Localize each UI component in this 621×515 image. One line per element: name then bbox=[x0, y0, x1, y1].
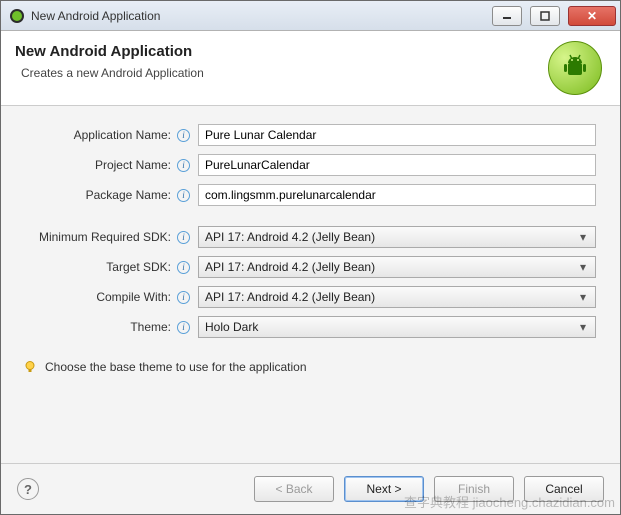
lightbulb-icon bbox=[23, 360, 37, 374]
finish-button[interactable]: Finish bbox=[434, 476, 514, 502]
cancel-button[interactable]: Cancel bbox=[524, 476, 604, 502]
label-target-sdk: Target SDK: bbox=[13, 260, 173, 274]
tip-text: Choose the base theme to use for the app… bbox=[45, 360, 307, 374]
wizard-window: New Android Application ✕ New Android Ap… bbox=[0, 0, 621, 515]
info-icon[interactable]: i bbox=[177, 231, 190, 244]
chevron-down-icon: ▾ bbox=[575, 290, 591, 304]
cancel-button-label: Cancel bbox=[545, 482, 582, 496]
row-project-name: Project Name: i bbox=[13, 154, 596, 176]
info-icon[interactable]: i bbox=[177, 189, 190, 202]
android-icon bbox=[548, 41, 602, 95]
info-icon[interactable]: i bbox=[177, 159, 190, 172]
page-subtitle: Creates a new Android Application bbox=[21, 66, 548, 80]
row-target-sdk: Target SDK: i API 17: Android 4.2 (Jelly… bbox=[13, 256, 596, 278]
page-title: New Android Application bbox=[15, 43, 548, 60]
row-package-name: Package Name: i bbox=[13, 184, 596, 206]
target-sdk-value: API 17: Android 4.2 (Jelly Bean) bbox=[205, 260, 575, 274]
help-icon: ? bbox=[24, 482, 32, 497]
close-icon: ✕ bbox=[587, 9, 597, 23]
label-compile-with: Compile With: bbox=[13, 290, 173, 304]
maximize-button[interactable] bbox=[530, 6, 560, 26]
next-button-label: Next > bbox=[366, 482, 401, 496]
wizard-header: New Android Application Creates a new An… bbox=[1, 31, 620, 106]
label-theme: Theme: bbox=[13, 320, 173, 334]
label-project-name: Project Name: bbox=[13, 158, 173, 172]
close-button[interactable]: ✕ bbox=[568, 6, 616, 26]
back-button[interactable]: < Back bbox=[254, 476, 334, 502]
wizard-footer: ? < Back Next > Finish Cancel bbox=[1, 463, 620, 514]
row-min-sdk: Minimum Required SDK: i API 17: Android … bbox=[13, 226, 596, 248]
next-button[interactable]: Next > bbox=[344, 476, 424, 502]
help-button[interactable]: ? bbox=[17, 478, 39, 500]
tip-row: Choose the base theme to use for the app… bbox=[13, 360, 596, 374]
theme-value: Holo Dark bbox=[205, 320, 575, 334]
theme-select[interactable]: Holo Dark ▾ bbox=[198, 316, 596, 338]
chevron-down-icon: ▾ bbox=[575, 260, 591, 274]
minimize-button[interactable] bbox=[492, 6, 522, 26]
finish-button-label: Finish bbox=[458, 482, 490, 496]
window-title: New Android Application bbox=[31, 9, 160, 23]
label-application-name: Application Name: bbox=[13, 128, 173, 142]
app-icon bbox=[9, 8, 25, 24]
info-icon[interactable]: i bbox=[177, 291, 190, 304]
chevron-down-icon: ▾ bbox=[575, 230, 591, 244]
row-theme: Theme: i Holo Dark ▾ bbox=[13, 316, 596, 338]
row-application-name: Application Name: i bbox=[13, 124, 596, 146]
chevron-down-icon: ▾ bbox=[575, 320, 591, 334]
back-button-label: < Back bbox=[275, 482, 312, 496]
target-sdk-select[interactable]: API 17: Android 4.2 (Jelly Bean) ▾ bbox=[198, 256, 596, 278]
info-icon[interactable]: i bbox=[177, 261, 190, 274]
application-name-field[interactable] bbox=[198, 124, 596, 146]
compile-with-select[interactable]: API 17: Android 4.2 (Jelly Bean) ▾ bbox=[198, 286, 596, 308]
project-name-field[interactable] bbox=[198, 154, 596, 176]
package-name-field[interactable] bbox=[198, 184, 596, 206]
titlebar: New Android Application ✕ bbox=[1, 1, 620, 31]
label-package-name: Package Name: bbox=[13, 188, 173, 202]
compile-with-value: API 17: Android 4.2 (Jelly Bean) bbox=[205, 290, 575, 304]
form-area: Application Name: i Project Name: i Pack… bbox=[1, 106, 620, 463]
min-sdk-value: API 17: Android 4.2 (Jelly Bean) bbox=[205, 230, 575, 244]
label-min-sdk: Minimum Required SDK: bbox=[13, 230, 173, 244]
min-sdk-select[interactable]: API 17: Android 4.2 (Jelly Bean) ▾ bbox=[198, 226, 596, 248]
info-icon[interactable]: i bbox=[177, 129, 190, 142]
info-icon[interactable]: i bbox=[177, 321, 190, 334]
row-compile-with: Compile With: i API 17: Android 4.2 (Jel… bbox=[13, 286, 596, 308]
